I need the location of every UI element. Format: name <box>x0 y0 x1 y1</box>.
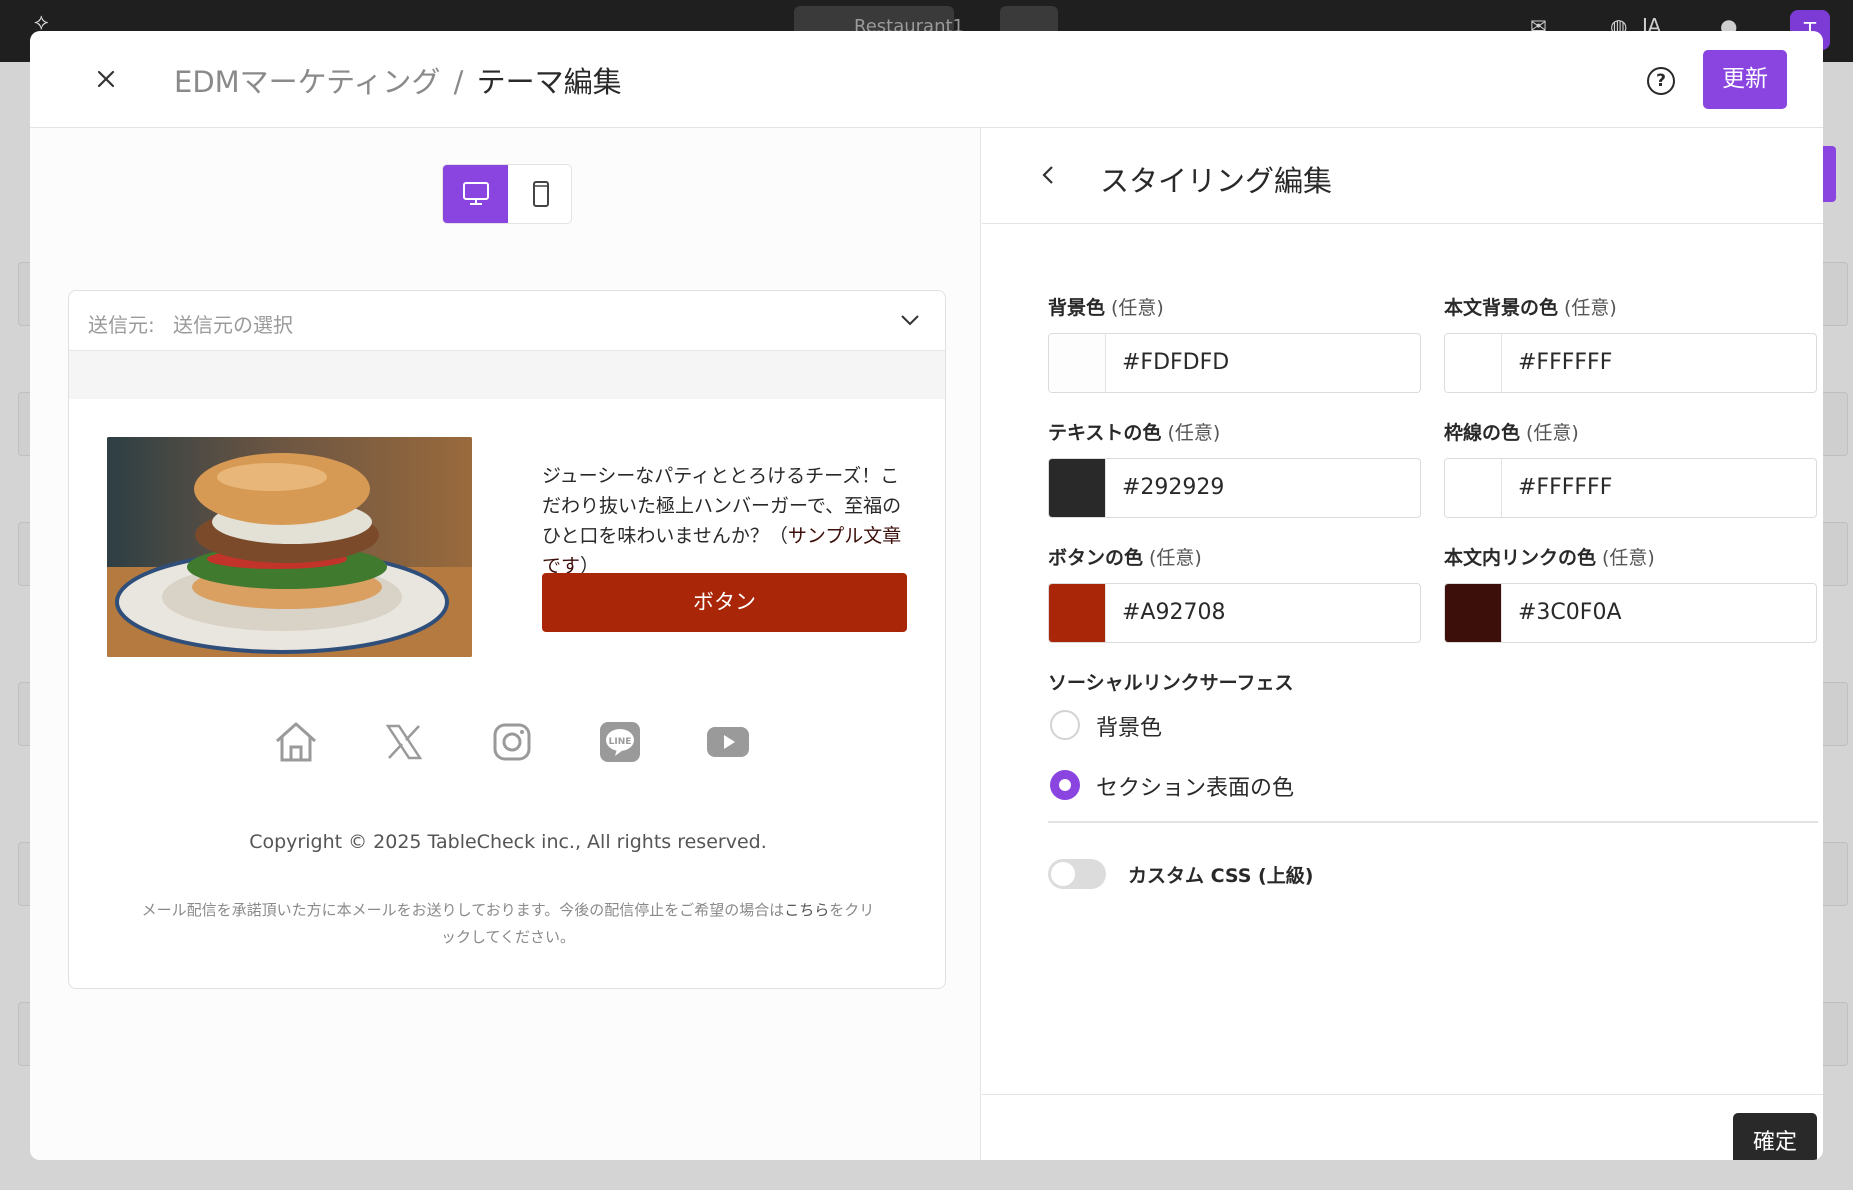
social-surface-label: ソーシャルリンクサーフェス <box>1048 672 1294 694</box>
instagram-icon[interactable] <box>487 717 537 767</box>
mobile-view-button[interactable] <box>508 165 571 223</box>
text-color-label: テキストの色 (任意) <box>1048 422 1221 444</box>
sender-label: 送信元: <box>88 313 155 337</box>
body-background-color-label: 本文背景の色 (任意) <box>1444 297 1617 319</box>
background-color-label: 背景色 (任意) <box>1048 297 1164 319</box>
page-title: テーマ編集 <box>476 65 622 99</box>
styling-header: スタイリング編集 <box>982 128 1823 224</box>
email-preview-pane: 送信元: 送信元の選択 ジューシーなパティととろけるチーズ！こだわり抜いた極上ハ… <box>30 128 981 1160</box>
email-header-band <box>69 351 945 399</box>
desktop-icon <box>462 182 489 205</box>
hex-value[interactable]: #FFFFFF <box>1518 350 1612 375</box>
social-links: LINE <box>69 717 945 767</box>
copyright-text: Copyright © 2025 TableCheck inc., All ri… <box>249 831 767 853</box>
color-swatch[interactable] <box>1445 334 1502 392</box>
button-color-label: ボタンの色 (任意) <box>1048 547 1202 569</box>
app-logo-icon: ⟡ <box>34 10 49 35</box>
color-swatch[interactable] <box>1049 584 1106 642</box>
hex-value[interactable]: #FFFFFF <box>1518 475 1612 500</box>
chevron-left-icon <box>1042 166 1053 184</box>
border-color-field[interactable]: #FFFFFF <box>1444 458 1817 518</box>
hamburger-image <box>107 437 472 657</box>
hex-value[interactable]: #A92708 <box>1122 600 1225 625</box>
svg-text:LINE: LINE <box>609 737 632 747</box>
update-button[interactable]: 更新 <box>1703 50 1787 109</box>
youtube-icon[interactable] <box>703 717 753 767</box>
breadcrumb-parent[interactable]: EDMマーケティング <box>174 65 440 99</box>
color-swatch[interactable] <box>1049 459 1106 517</box>
breadcrumb-separator: / <box>453 65 464 99</box>
theme-edit-modal: EDMマーケティング / テーマ編集 ? 更新 送信元: 送信元の選択 ジューシ… <box>30 31 1823 1160</box>
breadcrumb: EDMマーケティング / テーマ編集 <box>174 59 622 101</box>
sender-select[interactable]: 送信元: 送信元の選択 <box>69 291 945 351</box>
styling-title: スタイリング編集 <box>1100 164 1333 198</box>
color-swatch[interactable] <box>1049 334 1106 392</box>
body-background-color-field[interactable]: #FFFFFF <box>1444 333 1817 393</box>
desktop-view-button[interactable] <box>443 165 508 223</box>
cta-button[interactable]: ボタン <box>542 573 907 632</box>
close-button[interactable] <box>88 61 124 97</box>
radio-button[interactable] <box>1050 770 1080 800</box>
text-color-field[interactable]: #292929 <box>1048 458 1421 518</box>
modal-header: EDMマーケティング / テーマ編集 ? 更新 <box>30 31 1823 128</box>
divider <box>1048 821 1818 823</box>
hex-value[interactable]: #FDFDFD <box>1122 350 1229 375</box>
radio-label: 背景色 <box>1096 716 1163 741</box>
radio-label: セクション表面の色 <box>1096 776 1295 801</box>
chevron-down-icon <box>901 315 919 326</box>
line-icon[interactable]: LINE <box>595 717 645 767</box>
unsubscribe-text-pre: メール配信を承諾頂いた方に本メールをお送りしております。今後の配信停止をご希望の… <box>141 901 785 919</box>
device-toggle <box>442 164 572 224</box>
sender-placeholder: 送信元の選択 <box>173 313 293 337</box>
border-color-label: 枠線の色 (任意) <box>1444 422 1579 444</box>
background-color-field[interactable]: #FDFDFD <box>1048 333 1421 393</box>
x-icon[interactable] <box>379 717 429 767</box>
button-color-field[interactable]: #A92708 <box>1048 583 1421 643</box>
link-color-field[interactable]: #3C0F0A <box>1444 583 1817 643</box>
confirm-button[interactable]: 確定 <box>1733 1113 1817 1160</box>
unsubscribe-note: メール配信を承諾頂いた方に本メールをお送りしております。今後の配信停止をご希望の… <box>139 897 877 951</box>
custom-css-label: カスタム CSS (上級) <box>1128 865 1314 887</box>
email-card: 送信元: 送信元の選択 ジューシーなパティととろけるチーズ！こだわり抜いた極上ハ… <box>68 290 946 989</box>
body-text: ジューシーなパティととろけるチーズ！こだわり抜いた極上ハンバーガーで、至福のひと… <box>542 461 912 581</box>
home-icon[interactable] <box>271 717 321 767</box>
styling-footer <box>982 1094 1823 1160</box>
radio-button[interactable] <box>1050 710 1080 740</box>
link-color-label: 本文内リンクの色 (任意) <box>1444 547 1655 569</box>
help-icon[interactable]: ? <box>1647 67 1675 95</box>
hex-value[interactable]: #292929 <box>1122 475 1224 500</box>
back-button[interactable] <box>1032 159 1064 191</box>
mobile-icon <box>532 181 549 207</box>
color-swatch[interactable] <box>1445 459 1502 517</box>
hex-value[interactable]: #3C0F0A <box>1518 600 1622 625</box>
close-icon <box>97 70 115 88</box>
color-swatch[interactable] <box>1445 584 1502 642</box>
styling-edit-pane: スタイリング編集 背景色 (任意) #FDFDFD 本文背景の色 (任意) #FFF… <box>982 128 1823 1160</box>
custom-css-toggle[interactable] <box>1048 859 1106 889</box>
unsubscribe-link[interactable]: こちら <box>784 901 829 919</box>
